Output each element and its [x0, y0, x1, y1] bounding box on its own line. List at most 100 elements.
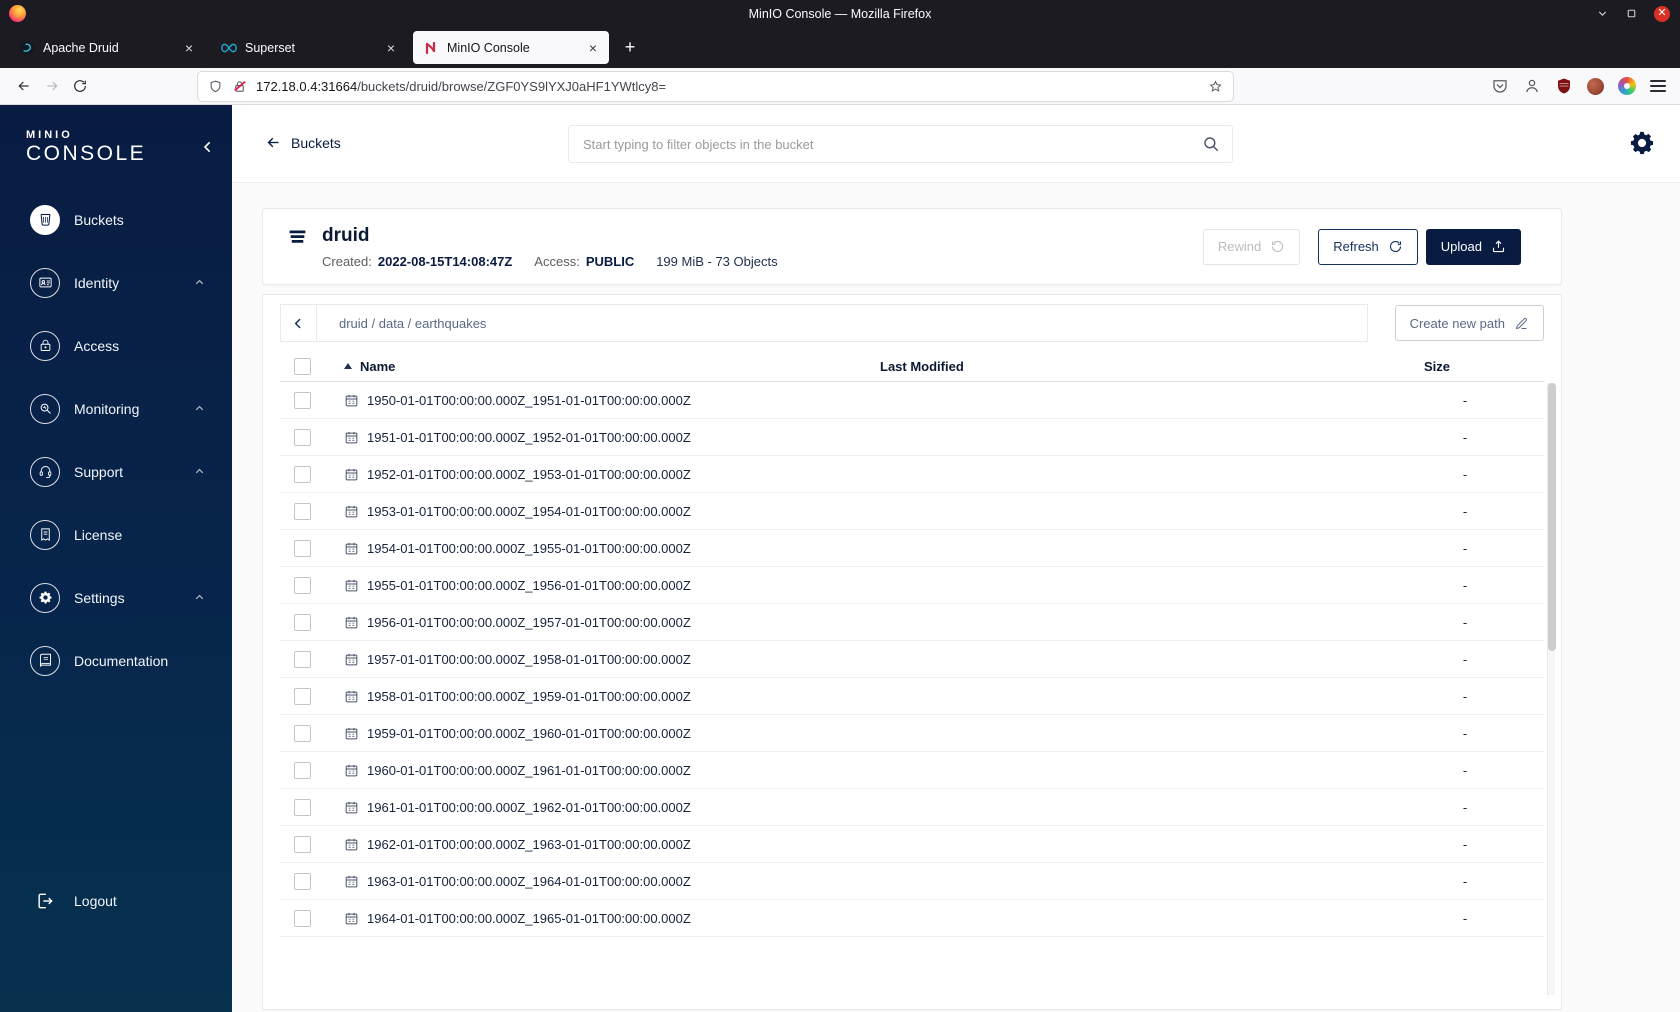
table-row[interactable]: 1964-01-01T00:00:00.000Z_1965-01-01T00:0…	[280, 900, 1544, 937]
table-row[interactable]: 1956-01-01T00:00:00.000Z_1957-01-01T00:0…	[280, 604, 1544, 641]
object-name[interactable]: 1964-01-01T00:00:00.000Z_1965-01-01T00:0…	[367, 911, 691, 926]
sidebar-item-identity[interactable]: Identity	[0, 251, 232, 314]
tab-close-icon[interactable]: ×	[583, 38, 603, 58]
table-row[interactable]: 1953-01-01T00:00:00.000Z_1954-01-01T00:0…	[280, 493, 1544, 530]
row-checkbox[interactable]	[293, 391, 311, 409]
sidebar-collapse-icon[interactable]	[200, 139, 216, 155]
tab-minio-console[interactable]: MinIO Console ×	[413, 31, 609, 64]
account-icon[interactable]	[1523, 77, 1541, 95]
table-row[interactable]: 1957-01-01T00:00:00.000Z_1958-01-01T00:0…	[280, 641, 1544, 678]
object-name[interactable]: 1957-01-01T00:00:00.000Z_1958-01-01T00:0…	[367, 652, 691, 667]
refresh-button[interactable]: Refresh	[1318, 228, 1418, 265]
extension-icon[interactable]	[1587, 77, 1604, 95]
tab-close-icon[interactable]: ×	[381, 38, 401, 58]
sidebar-item-monitoring[interactable]: Monitoring	[0, 377, 232, 440]
table-row[interactable]: 1952-01-01T00:00:00.000Z_1953-01-01T00:0…	[280, 456, 1544, 493]
sidebar-item-settings[interactable]: Settings	[0, 566, 232, 629]
tab-close-icon[interactable]: ×	[179, 38, 199, 58]
table-row[interactable]: 1954-01-01T00:00:00.000Z_1955-01-01T00:0…	[280, 530, 1544, 567]
sidebar-item-buckets[interactable]: Buckets	[0, 188, 232, 251]
row-checkbox[interactable]	[293, 502, 311, 520]
table-row[interactable]: 1960-01-01T00:00:00.000Z_1961-01-01T00:0…	[280, 752, 1544, 789]
window-title: MinIO Console — Mozilla Firefox	[748, 6, 932, 21]
url-bar[interactable]: 172.18.0.4:31664/buckets/druid/browse/ZG…	[198, 71, 1233, 101]
table-row[interactable]: 1962-01-01T00:00:00.000Z_1963-01-01T00:0…	[280, 826, 1544, 863]
table-row[interactable]: 1958-01-01T00:00:00.000Z_1959-01-01T00:0…	[280, 678, 1544, 715]
table-row[interactable]: 1963-01-01T00:00:00.000Z_1964-01-01T00:0…	[280, 863, 1544, 900]
minimize-icon[interactable]	[1596, 7, 1609, 20]
pinwheel-extension-icon[interactable]	[1618, 77, 1636, 95]
size-cell: -	[1462, 540, 1468, 556]
column-size[interactable]: Size	[1400, 359, 1530, 374]
path-back-icon[interactable]	[281, 305, 317, 341]
row-checkbox[interactable]	[293, 909, 311, 927]
breadcrumb[interactable]: druid / data / earthquakes	[317, 316, 486, 331]
row-checkbox[interactable]	[293, 835, 311, 853]
new-tab-button[interactable]: +	[616, 34, 644, 62]
back-icon[interactable]	[10, 72, 38, 100]
column-name[interactable]: Name	[324, 359, 880, 374]
menu-icon[interactable]	[1650, 80, 1666, 92]
row-checkbox[interactable]	[293, 687, 311, 705]
row-checkbox[interactable]	[293, 650, 311, 668]
table-row[interactable]: 1959-01-01T00:00:00.000Z_1960-01-01T00:0…	[280, 715, 1544, 752]
column-last-modified[interactable]: Last Modified	[880, 359, 1400, 374]
row-checkbox[interactable]	[293, 465, 311, 483]
table-row[interactable]: 1961-01-01T00:00:00.000Z_1962-01-01T00:0…	[280, 789, 1544, 826]
row-checkbox[interactable]	[293, 724, 311, 742]
object-name[interactable]: 1960-01-01T00:00:00.000Z_1961-01-01T00:0…	[367, 763, 691, 778]
object-browser-card: druid / data / earthquakes Create new pa…	[262, 294, 1562, 1010]
bookmark-star-icon[interactable]	[1208, 79, 1223, 94]
sidebar-item-logout[interactable]: Logout	[0, 869, 232, 932]
table-row[interactable]: 1955-01-01T00:00:00.000Z_1956-01-01T00:0…	[280, 567, 1544, 604]
row-checkbox[interactable]	[293, 798, 311, 816]
gear-icon[interactable]	[1628, 129, 1656, 157]
row-checkbox[interactable]	[293, 428, 311, 446]
object-name[interactable]: 1958-01-01T00:00:00.000Z_1959-01-01T00:0…	[367, 689, 691, 704]
object-name[interactable]: 1952-01-01T00:00:00.000Z_1953-01-01T00:0…	[367, 467, 691, 482]
row-checkbox[interactable]	[293, 761, 311, 779]
url-text[interactable]: 172.18.0.4:31664/buckets/druid/browse/ZG…	[256, 79, 1199, 94]
object-name[interactable]: 1950-01-01T00:00:00.000Z_1951-01-01T00:0…	[367, 393, 691, 408]
object-name[interactable]: 1955-01-01T00:00:00.000Z_1956-01-01T00:0…	[367, 578, 691, 593]
sidebar-item-support[interactable]: Support	[0, 440, 232, 503]
object-name[interactable]: 1951-01-01T00:00:00.000Z_1952-01-01T00:0…	[367, 430, 691, 445]
upload-button[interactable]: Upload	[1425, 228, 1521, 265]
sidebar-item-license[interactable]: License	[0, 503, 232, 566]
forward-icon[interactable]	[38, 72, 66, 100]
object-filter-search[interactable]	[568, 125, 1233, 163]
insecure-lock-icon[interactable]	[232, 79, 247, 94]
ublock-extension-icon[interactable]	[1555, 77, 1573, 95]
table-row[interactable]: 1951-01-01T00:00:00.000Z_1952-01-01T00:0…	[280, 419, 1544, 456]
scrollbar-thumb[interactable]	[1548, 383, 1556, 651]
close-window-icon[interactable]: ✕	[1654, 5, 1670, 22]
sidebar-item-access[interactable]: Access	[0, 314, 232, 377]
reload-icon[interactable]	[66, 72, 94, 100]
row-checkbox[interactable]	[293, 539, 311, 557]
sidebar-item-documentation[interactable]: Documentation	[0, 629, 232, 692]
pocket-icon[interactable]	[1491, 77, 1509, 95]
object-name[interactable]: 1962-01-01T00:00:00.000Z_1963-01-01T00:0…	[367, 837, 691, 852]
rewind-button[interactable]: Rewind	[1202, 228, 1301, 265]
object-name[interactable]: 1961-01-01T00:00:00.000Z_1962-01-01T00:0…	[367, 800, 691, 815]
prefix-folder-icon	[344, 393, 359, 408]
row-checkbox[interactable]	[293, 872, 311, 890]
object-name[interactable]: 1953-01-01T00:00:00.000Z_1954-01-01T00:0…	[367, 504, 691, 519]
select-all-checkbox[interactable]	[293, 357, 311, 375]
table-row[interactable]: 1950-01-01T00:00:00.000Z_1951-01-01T00:0…	[280, 382, 1544, 419]
back-to-buckets-link[interactable]: Buckets	[265, 134, 341, 151]
row-checkbox[interactable]	[293, 613, 311, 631]
object-name[interactable]: 1963-01-01T00:00:00.000Z_1964-01-01T00:0…	[367, 874, 691, 889]
table-scrollbar[interactable]	[1547, 383, 1556, 995]
object-name[interactable]: 1954-01-01T00:00:00.000Z_1955-01-01T00:0…	[367, 541, 691, 556]
row-checkbox[interactable]	[293, 576, 311, 594]
object-name[interactable]: 1959-01-01T00:00:00.000Z_1960-01-01T00:0…	[367, 726, 691, 741]
create-new-path-button[interactable]: Create new path	[1394, 305, 1544, 341]
tab-apache-druid[interactable]: Apache Druid ×	[9, 31, 205, 64]
search-input[interactable]	[581, 135, 1202, 153]
tracking-shield-icon[interactable]	[208, 79, 223, 94]
object-name[interactable]: 1956-01-01T00:00:00.000Z_1957-01-01T00:0…	[367, 615, 691, 630]
prefix-folder-icon	[344, 504, 359, 519]
tab-superset[interactable]: Superset ×	[211, 31, 407, 64]
maximize-icon[interactable]	[1625, 7, 1638, 20]
